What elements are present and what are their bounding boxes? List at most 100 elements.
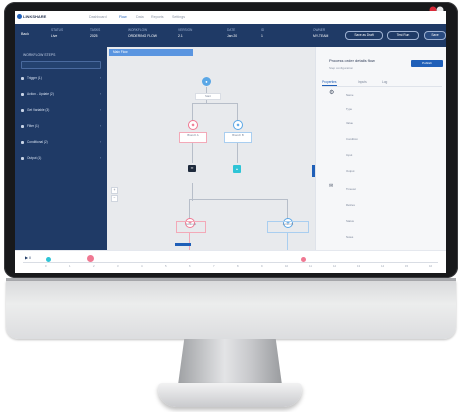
timeline-tick: 0 [45,264,47,268]
logo-icon [17,14,22,19]
canvas-scrollbar[interactable] [175,243,191,246]
field-label: DATE [227,28,236,32]
connector [287,199,288,219]
timeline-tick: 7 [213,264,215,268]
config-icon: ⚙ [329,90,335,96]
monitor-base [158,383,302,407]
branch-b-node-icon[interactable]: ◆ [233,120,243,130]
property-row[interactable]: Condition [346,137,438,141]
publish-button[interactable]: Publish [411,60,443,67]
step-icon [21,141,24,144]
panel-subtitle: Step configuration [329,66,354,70]
field-label: OWNER [313,28,326,32]
timeline-tick: 8 [237,264,239,268]
email-icon: ✉ [329,183,334,189]
header-field: OWNER MY-TEAM [313,28,328,38]
step-icon [21,157,24,160]
screen: LINKSHARE Dashboard Flow Data Reports Se… [15,11,446,273]
header-field: DATE Jan 20 [227,28,237,38]
sidebar-item[interactable]: Conditional (2) › [21,140,101,146]
timeline-marker-icon[interactable] [87,255,94,262]
header-field: TASKS 2025 [90,28,100,38]
timeline-tick: 14 [381,264,385,268]
timeline-tick: 9 [261,264,263,268]
start-node-icon[interactable]: ● [202,77,211,86]
property-row[interactable]: Type [346,107,438,111]
email-icon[interactable]: ✉ [188,165,196,172]
property-row[interactable]: Notes [346,235,438,239]
header-field: WORKFLOW ORDERING FLOW [128,28,157,38]
save-button[interactable]: Save [424,31,446,40]
header-field: STATUS Live [51,28,63,38]
property-row[interactable]: Output [346,169,438,173]
zoom-out-button[interactable]: − [111,195,118,202]
property-row[interactable]: Status [346,219,438,223]
field-label: VERSION [178,28,193,32]
connector [189,232,190,250]
sidebar-item[interactable]: Filter (1) › [21,124,101,130]
chevron-right-icon: › [99,124,101,128]
field-value: Live [51,34,58,38]
nav-item-reports[interactable]: Reports [151,15,164,19]
data-icon[interactable]: ▲ [233,165,241,173]
property-row[interactable]: Name [346,93,438,97]
field-value: 1 [261,34,263,38]
nav-item-dashboard[interactable]: Dashboard [89,15,107,19]
node-label: Action A [176,221,206,233]
property-row[interactable]: Retries [346,203,438,207]
timeline-tick: 2 [93,264,95,268]
back-button[interactable]: Back [21,32,29,36]
nav-item-data[interactable]: Data [136,15,144,19]
timeline-marker-icon[interactable] [46,257,51,262]
nav-item-flow[interactable]: Flow [119,15,127,19]
field-value: Jan 20 [227,34,238,38]
panel-title: Process order details flow [329,58,375,63]
timeline-tick: 5 [165,264,167,268]
field-value: MY-TEAM [313,34,329,38]
sidebar-search-input[interactable] [21,61,101,69]
connector [189,199,190,219]
timeline[interactable]: ▶ ‖ 0 1 2 3 4 5 6 7 8 9 10 11 12 13 14 1… [15,250,446,273]
timeline-tick: 6 [189,264,191,268]
zoom-in-button[interactable]: + [111,187,118,194]
timeline-marker-icon[interactable] [301,257,306,262]
timeline-tick: 11 [309,264,312,268]
monitor-stand [178,339,282,385]
flow-canvas[interactable]: Main Flow + − ● Start ◆ Branch A ◆ Branc… [107,47,315,250]
tab-properties[interactable]: Properties [322,80,337,86]
timeline-tick: 3 [117,264,119,268]
sidebar-item[interactable]: Get Variable (3) › [21,108,101,114]
property-row[interactable]: Value [346,121,438,125]
save-draft-button[interactable]: Save as Draft [345,31,383,40]
field-label: ID [261,28,265,32]
chevron-right-icon: › [99,108,101,112]
sidebar-item-label: Output (1) [27,156,42,160]
sidebar-item[interactable]: Output (1) › [21,156,101,162]
branch-a-node-icon[interactable]: ◆ [188,120,198,130]
property-row[interactable]: Input [346,153,438,157]
tab-inputs[interactable]: Inputs [358,80,367,84]
timeline-tick: 1 [69,264,71,268]
timeline-tick: 15 [405,264,409,268]
sidebar-item-label: Conditional (2) [27,140,48,144]
connector [287,232,288,250]
connector [192,103,193,121]
property-row[interactable]: Timeout [346,187,438,191]
tab-log[interactable]: Log [382,80,387,84]
timeline-tick: 13 [357,264,361,268]
test-run-button[interactable]: Test Run [387,31,419,40]
tab-main-flow[interactable]: Main Flow [109,49,193,56]
node-label: Branch B [224,132,252,143]
sidebar-item-label: Trigger (1) [27,76,42,80]
header-field: VERSION 2.1 [178,28,192,38]
nav-item-settings[interactable]: Settings [172,15,185,19]
top-nav: LINKSHARE Dashboard Flow Data Reports Se… [15,11,446,25]
properties-panel: Process order details flow Step configur… [315,47,446,250]
sidebar-item[interactable]: Action - Update (2) › [21,92,101,98]
timeline-tick: 16 [429,264,433,268]
node-label: Action B [267,221,309,233]
play-icon[interactable]: ▶ ‖ [25,255,31,260]
node-label: Start [195,93,221,100]
brand-name: LINKSHARE [23,14,47,19]
sidebar-item[interactable]: Trigger (1) › [21,76,101,82]
